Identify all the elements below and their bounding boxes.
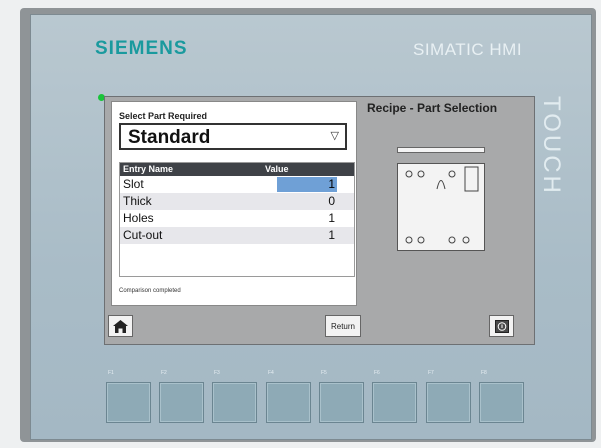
part-dropdown[interactable]: Standard ▽ (119, 123, 347, 150)
value-cell[interactable]: 1 (277, 177, 337, 192)
function-key-f5[interactable] (319, 382, 364, 423)
model-label: SIMATIC HMI (413, 40, 523, 59)
function-key-f6[interactable] (372, 382, 417, 423)
function-key-f3[interactable] (212, 382, 257, 423)
entry-name-cell: Holes (123, 211, 154, 225)
entry-name-cell: Slot (123, 177, 144, 191)
function-key-f1[interactable] (106, 382, 151, 423)
hmi-screen: Select Part Required Standard ▽ Entry Na… (104, 96, 535, 345)
home-button[interactable] (108, 315, 133, 337)
table-header: Entry Name Value (120, 163, 354, 176)
value-cell[interactable]: 0 (277, 194, 337, 208)
table-row[interactable]: Slot 1 (120, 176, 354, 193)
entry-name-cell: Cut-out (123, 228, 163, 242)
value-cell[interactable]: 1 (277, 228, 337, 242)
table-row[interactable]: Cut-out 1 (120, 227, 354, 244)
info-button[interactable] (489, 315, 514, 337)
column-header-value: Value (265, 164, 289, 174)
recipe-table: Entry Name Value Slot 1 Thick 0 Holes 1 … (119, 162, 355, 277)
recipe-title: Recipe - Part Selection (367, 101, 498, 115)
fkey-label: F8 (481, 370, 487, 376)
function-key-f8[interactable] (479, 382, 524, 423)
return-button[interactable]: Return (325, 315, 361, 337)
touch-label: TOUCH (538, 96, 565, 196)
select-part-label: Select Part Required (119, 111, 208, 121)
recipe-panel: Select Part Required Standard ▽ Entry Na… (111, 101, 357, 306)
table-row[interactable]: Thick 0 (120, 193, 354, 210)
selected-part-value: Standard (128, 127, 211, 148)
home-icon (113, 319, 128, 333)
dropdown-arrow-icon: ▽ (330, 130, 339, 142)
function-key-f7[interactable] (426, 382, 471, 423)
fkey-label: F2 (161, 370, 167, 376)
fkey-label: F6 (374, 370, 380, 376)
part-thickness-bar (397, 147, 485, 153)
fkey-label: F3 (214, 370, 220, 376)
part-drawing-icon (405, 166, 479, 244)
column-header-entry-name: Entry Name (123, 164, 174, 174)
fkey-label: F1 (108, 370, 114, 376)
part-diagram (397, 163, 485, 251)
table-row[interactable]: Holes 1 (120, 210, 354, 227)
fkey-label: F5 (321, 370, 327, 376)
fkey-label: F4 (268, 370, 274, 376)
function-key-f2[interactable] (159, 382, 204, 423)
entry-name-cell: Thick (123, 194, 152, 208)
status-message: Comparison completed (119, 288, 181, 294)
value-cell[interactable]: 1 (277, 211, 337, 225)
brand-logo: SIEMENS (95, 38, 188, 59)
fkey-label: F7 (428, 370, 434, 376)
function-key-f4[interactable] (266, 382, 311, 423)
info-icon (494, 319, 509, 333)
